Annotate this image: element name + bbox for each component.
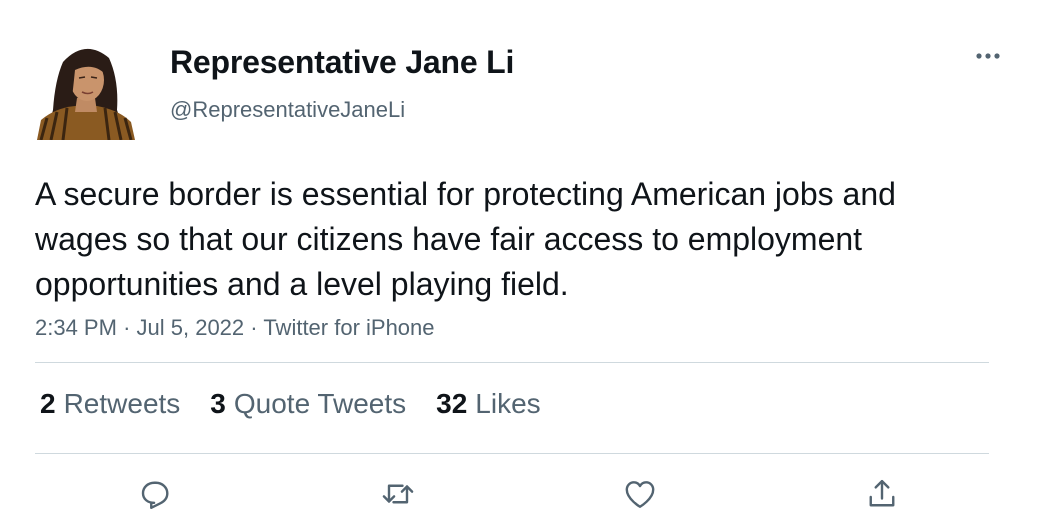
quotes-count: 3: [210, 388, 226, 419]
like-button[interactable]: [620, 474, 660, 514]
reply-icon: [141, 481, 169, 509]
meta-separator: ·: [123, 315, 131, 340]
tweet-text: A secure border is essential for protect…: [35, 176, 896, 302]
divider: [35, 362, 989, 363]
more-icon: [976, 53, 1000, 59]
avatar-image: [35, 40, 135, 140]
tweet-stats: 2 Retweets 3 Quote Tweets 32 Likes: [40, 388, 541, 420]
tweet-time[interactable]: 2:34 PM: [35, 315, 117, 340]
tweet-source[interactable]: Twitter for iPhone: [263, 315, 434, 340]
reply-button[interactable]: [135, 474, 175, 514]
tweet-date[interactable]: Jul 5, 2022: [137, 315, 245, 340]
divider: [35, 453, 989, 454]
quotes-label: Quote Tweets: [233, 388, 407, 419]
like-icon: [625, 481, 655, 508]
quotes-stat[interactable]: 3 Quote Tweets: [210, 388, 406, 420]
meta-separator: ·: [250, 315, 258, 340]
likes-count: 32: [436, 388, 468, 419]
retweets-stat[interactable]: 2 Retweets: [40, 388, 180, 420]
share-icon: [869, 479, 895, 507]
likes-stat[interactable]: 32 Likes: [436, 388, 541, 420]
more-button[interactable]: [970, 40, 1006, 72]
tweet-meta: 2:34 PM · Jul 5, 2022 · Twitter for iPho…: [35, 315, 435, 341]
avatar[interactable]: [35, 40, 135, 140]
likes-label: Likes: [475, 388, 541, 419]
author-name[interactable]: Representative Jane Li: [170, 44, 514, 81]
retweet-icon: [382, 484, 414, 504]
author-handle[interactable]: @RepresentativeJaneLi: [170, 97, 405, 123]
retweets-label: Retweets: [63, 388, 181, 419]
share-button[interactable]: [862, 474, 902, 514]
retweet-button[interactable]: [378, 474, 418, 514]
retweets-count: 2: [40, 388, 56, 419]
